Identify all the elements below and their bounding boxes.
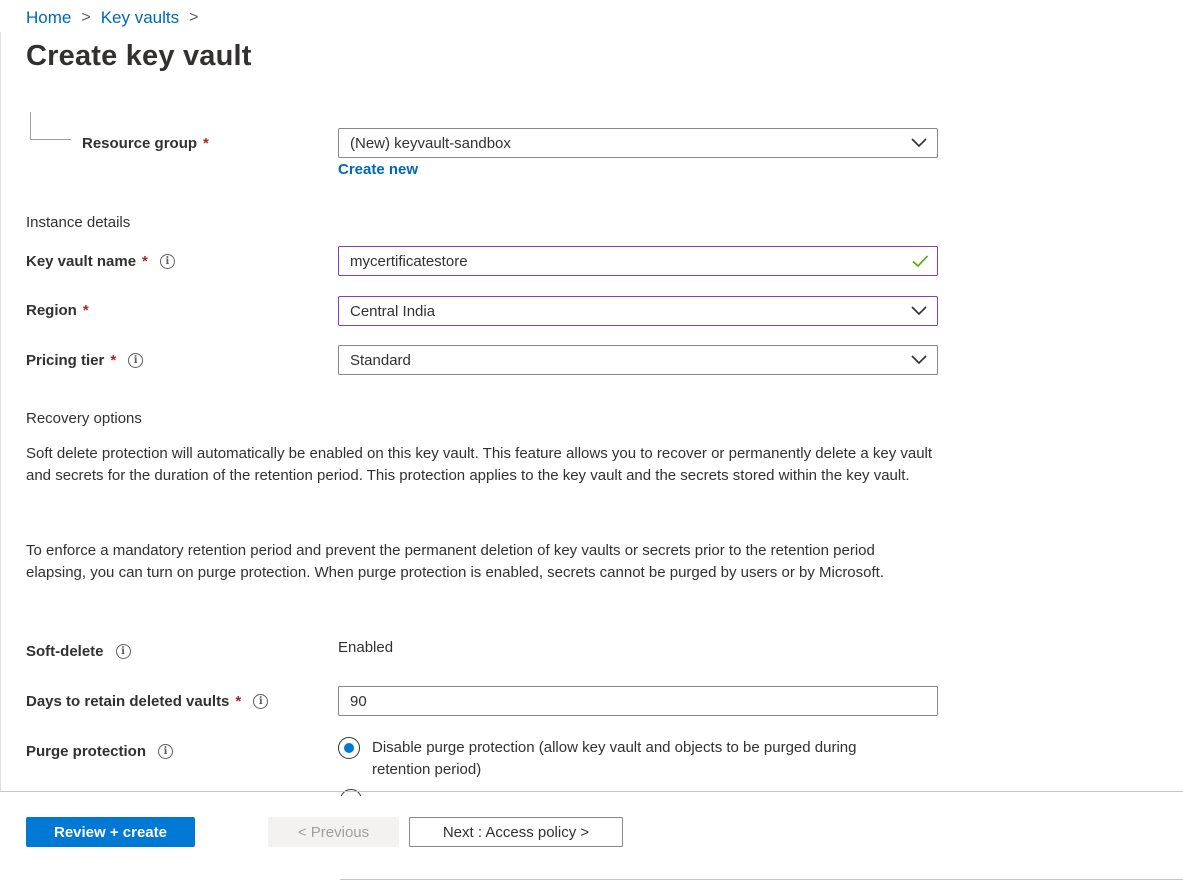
soft-delete-description: Soft delete protection will automaticall… xyxy=(26,445,933,484)
required-asterisk: * xyxy=(82,302,89,319)
soft-delete-label-text: Soft-delete xyxy=(26,643,104,660)
region-label-text: Region xyxy=(26,302,77,319)
required-asterisk: * xyxy=(142,253,148,270)
info-icon[interactable]: i xyxy=(253,694,269,709)
days-retain-label: Days to retain deleted vaults * i xyxy=(26,693,269,710)
chevron-down-icon xyxy=(911,306,927,316)
page-title: Create key vault xyxy=(26,40,252,72)
info-icon[interactable]: i xyxy=(159,254,175,269)
chevron-down-icon xyxy=(911,355,927,365)
checkmark-icon xyxy=(912,255,929,268)
previous-button[interactable]: < Previous xyxy=(268,817,399,847)
required-asterisk: * xyxy=(235,693,242,710)
create-new-link[interactable]: Create new xyxy=(338,161,418,178)
breadcrumb-home[interactable]: Home xyxy=(26,8,71,28)
resource-group-dropdown[interactable]: (New) keyvault-sandbox xyxy=(338,128,938,158)
breadcrumb: Home > Key vaults > xyxy=(26,8,208,28)
key-vault-name-value: mycertificatestore xyxy=(350,252,468,270)
purge-disable-label: Disable purge protection (allow key vaul… xyxy=(372,739,857,778)
days-retain-value: 90 xyxy=(350,692,367,710)
key-vault-name-label-text: Key vault name xyxy=(26,253,137,270)
review-create-button[interactable]: Review + create xyxy=(26,817,195,847)
resource-group-label-text: Resource group xyxy=(82,135,198,152)
breadcrumb-separator-icon: > xyxy=(81,9,91,26)
bottom-divider xyxy=(340,879,1183,880)
purge-protection-option-disable[interactable]: Disable purge protection (allow key vaul… xyxy=(338,737,938,781)
soft-delete-label: Soft-delete i xyxy=(26,643,131,660)
chevron-down-icon xyxy=(911,138,927,148)
region-value: Central India xyxy=(350,302,436,320)
resource-group-value: (New) keyvault-sandbox xyxy=(350,134,511,152)
footer-divider xyxy=(0,791,1183,792)
pricing-tier-value: Standard xyxy=(350,351,411,369)
days-retain-label-text: Days to retain deleted vaults xyxy=(26,693,230,710)
resource-group-label: Resource group * xyxy=(82,135,209,152)
next-access-policy-button[interactable]: Next : Access policy > xyxy=(409,817,623,847)
radio-dot-icon xyxy=(344,743,354,753)
region-label: Region * xyxy=(26,302,89,319)
purge-protection-description: To enforce a mandatory retention period … xyxy=(26,542,884,581)
breadcrumb-key-vaults[interactable]: Key vaults xyxy=(101,8,179,28)
soft-delete-value: Enabled xyxy=(338,639,394,656)
pricing-tier-label-text: Pricing tier xyxy=(26,352,105,369)
purge-protection-label-text: Purge protection xyxy=(26,743,147,760)
key-vault-name-label: Key vault name * i xyxy=(26,253,175,270)
info-icon[interactable]: i xyxy=(115,644,131,659)
info-icon[interactable]: i xyxy=(128,353,144,368)
pricing-tier-dropdown[interactable]: Standard xyxy=(338,345,938,375)
days-retain-input[interactable]: 90 xyxy=(338,686,938,716)
info-icon[interactable]: i xyxy=(158,744,174,759)
purge-protection-label: Purge protection i xyxy=(26,743,174,760)
instance-details-heading: Instance details xyxy=(26,214,131,231)
content-left-border xyxy=(0,32,1,792)
breadcrumb-separator-icon: > xyxy=(189,9,199,26)
pricing-tier-label: Pricing tier * i xyxy=(26,352,144,369)
recovery-options-heading: Recovery options xyxy=(26,410,142,427)
region-dropdown[interactable]: Central India xyxy=(338,296,938,326)
required-asterisk: * xyxy=(203,135,209,152)
required-asterisk: * xyxy=(110,352,117,369)
key-vault-name-input[interactable]: mycertificatestore xyxy=(338,246,938,276)
radio-button-selected[interactable] xyxy=(338,737,360,759)
tree-connector xyxy=(30,112,71,140)
